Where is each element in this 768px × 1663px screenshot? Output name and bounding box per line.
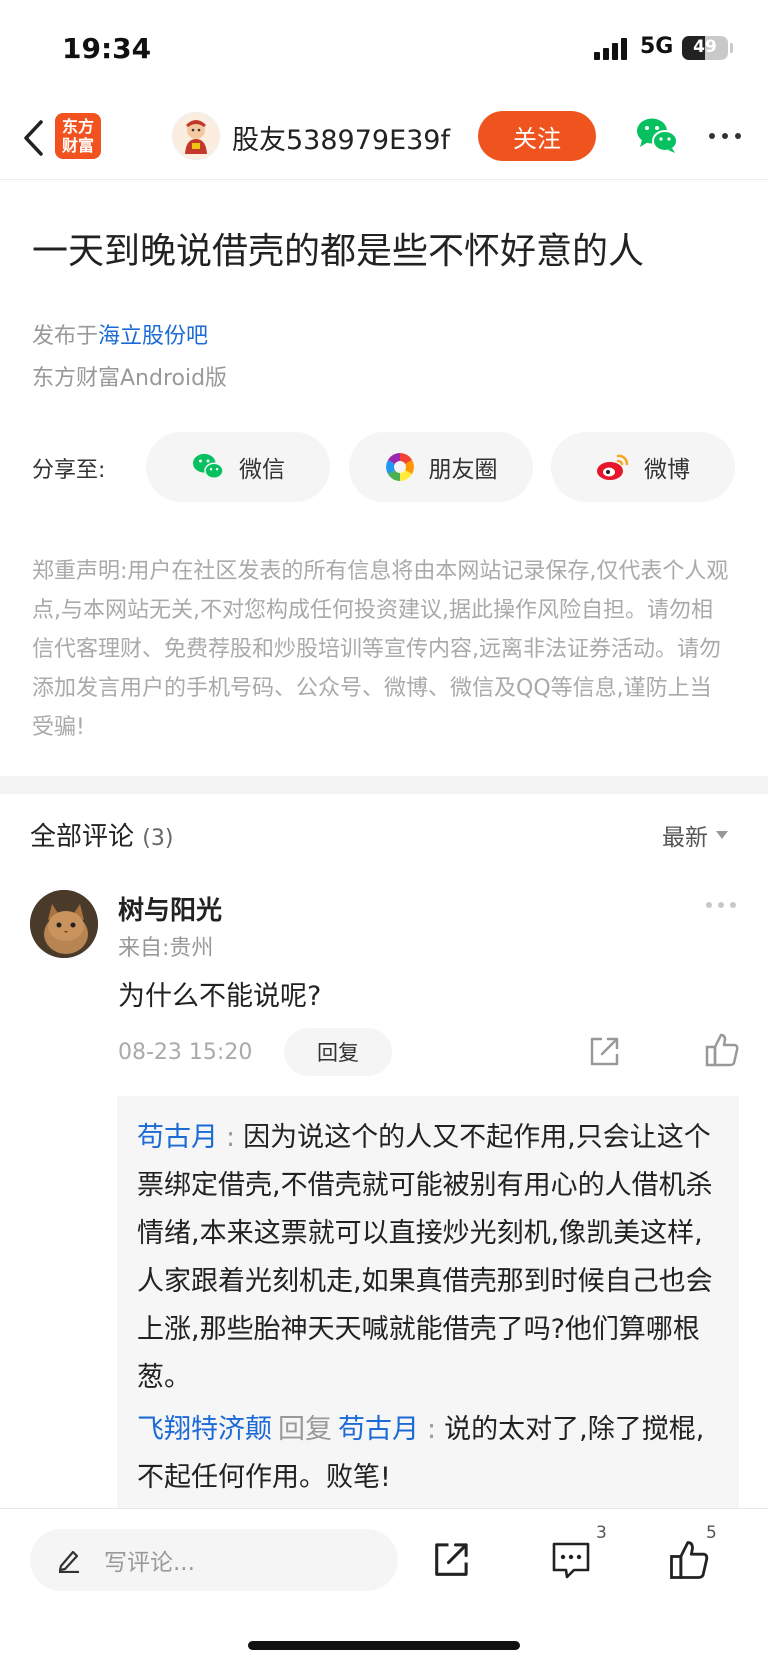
- forum-link[interactable]: 海立股份吧: [98, 324, 208, 349]
- wechat-icon: [193, 453, 224, 479]
- mascot-icon: [185, 120, 207, 154]
- section-divider: [0, 776, 768, 794]
- battery-icon: 49: [682, 36, 728, 60]
- comment-like-button[interactable]: [704, 1032, 740, 1068]
- post-title: 一天到晚说借壳的都是些不怀好意的人: [32, 231, 645, 272]
- signal-icon: [594, 38, 630, 60]
- share-wechat-button[interactable]: 微信: [146, 432, 330, 502]
- share-moments-label: 朋友圈: [428, 457, 498, 483]
- battery-level: 49: [693, 37, 717, 57]
- disclaimer-text: 郑重声明:用户在社区发表的所有信息将由本网站记录保存,仅代表个人观点,与本网站无…: [32, 559, 729, 740]
- comment-bubble-icon: [552, 1542, 590, 1579]
- share-icon: [435, 1543, 468, 1576]
- author-avatar[interactable]: [172, 112, 220, 160]
- sort-label: 最新: [662, 825, 708, 851]
- share-icon: [590, 1037, 619, 1066]
- comments-count: (3): [142, 826, 174, 851]
- share-button[interactable]: [432, 1539, 476, 1583]
- comment-timestamp: 08-23 15:20: [118, 1040, 253, 1065]
- status-time: 19:34: [62, 32, 152, 65]
- network-type: 5G: [640, 34, 674, 59]
- like-button[interactable]: [668, 1539, 712, 1583]
- bottom-bar: 写评论... 3 5: [0, 1508, 768, 1663]
- wechat-share-button[interactable]: [636, 116, 678, 156]
- caret-down-icon: [716, 831, 728, 839]
- commenter-location: 来自:贵州: [118, 936, 214, 961]
- nav-bar: 东方 财富 股友538979E39f 关注: [0, 100, 768, 180]
- reply-button[interactable]: 回复: [284, 1028, 392, 1076]
- comments-title: 全部评论: [30, 822, 135, 852]
- reply-colon: :: [226, 1122, 236, 1153]
- reply-thread: 苟古月: 因为说这个的人又不起作用,只会让这个票绑定借壳,不借壳就可能被别有用心的…: [117, 1096, 739, 1511]
- moments-icon: [385, 453, 414, 481]
- share-moments-button[interactable]: 朋友圈: [349, 432, 533, 502]
- comments-header: 全部评论 (3): [30, 816, 173, 853]
- more-options-button[interactable]: [709, 133, 743, 141]
- share-weibo-button[interactable]: 微博: [551, 432, 735, 502]
- share-label: 分享至:: [32, 458, 106, 483]
- comment-share-button[interactable]: [588, 1034, 622, 1068]
- pencil-icon: [58, 1550, 79, 1573]
- reply-author[interactable]: 飞翔特济颠: [137, 1414, 272, 1445]
- back-button[interactable]: [18, 116, 48, 160]
- comment-more-button[interactable]: [706, 902, 738, 910]
- cat-avatar-image: [30, 890, 98, 958]
- battery-tip: [730, 43, 733, 53]
- comment-text: 为什么不能说呢?: [118, 981, 322, 1012]
- status-bar: 19:34 5G 49: [0, 0, 768, 100]
- author-username[interactable]: 股友538979E39f: [232, 118, 450, 157]
- sort-dropdown[interactable]: 最新: [662, 818, 728, 852]
- share-wechat-label: 微信: [239, 457, 285, 483]
- post-published-in: 发布于海立股份吧: [32, 318, 208, 350]
- weibo-icon: [597, 454, 629, 480]
- reply-author[interactable]: 苟古月: [137, 1122, 218, 1153]
- logo-line-1: 东方: [61, 117, 94, 136]
- app-logo[interactable]: 东方 财富: [55, 113, 101, 159]
- thumbs-up-icon: [670, 1541, 709, 1579]
- commenter-avatar[interactable]: [30, 890, 98, 958]
- comments-button[interactable]: [550, 1539, 594, 1583]
- comment-input[interactable]: 写评论...: [30, 1529, 398, 1591]
- published-prefix: 发布于: [32, 324, 99, 349]
- comment-placeholder: 写评论...: [104, 1550, 195, 1576]
- likes-count-badge: 5: [706, 1523, 717, 1543]
- thumbs-up-icon: [705, 1033, 739, 1067]
- chevron-left-icon: [24, 120, 43, 156]
- reply-text: 因为说这个的人又不起作用,只会让这个票绑定借壳,不借壳就可能被别有用心的人借机杀…: [137, 1122, 713, 1393]
- wechat-icon: [637, 118, 678, 153]
- home-indicator: [248, 1641, 520, 1650]
- reply-word: 回复: [278, 1414, 332, 1445]
- reply-target[interactable]: 苟古月: [338, 1414, 419, 1445]
- comments-count-badge: 3: [596, 1523, 607, 1543]
- commenter-name[interactable]: 树与阳光: [118, 890, 222, 927]
- logo-line-2: 财富: [61, 136, 94, 155]
- follow-button[interactable]: 关注: [478, 111, 596, 161]
- reply-colon: :: [427, 1414, 437, 1445]
- post-source: 东方财富Android版: [32, 366, 228, 391]
- reply-item: 飞翔特济颠 回复 苟古月: 说的太对了,除了搅棍,不起任何作用。败笔!: [137, 1406, 719, 1502]
- share-weibo-label: 微博: [644, 457, 690, 483]
- reply-item: 苟古月: 因为说这个的人又不起作用,只会让这个票绑定借壳,不借壳就可能被别有用心的…: [137, 1114, 719, 1402]
